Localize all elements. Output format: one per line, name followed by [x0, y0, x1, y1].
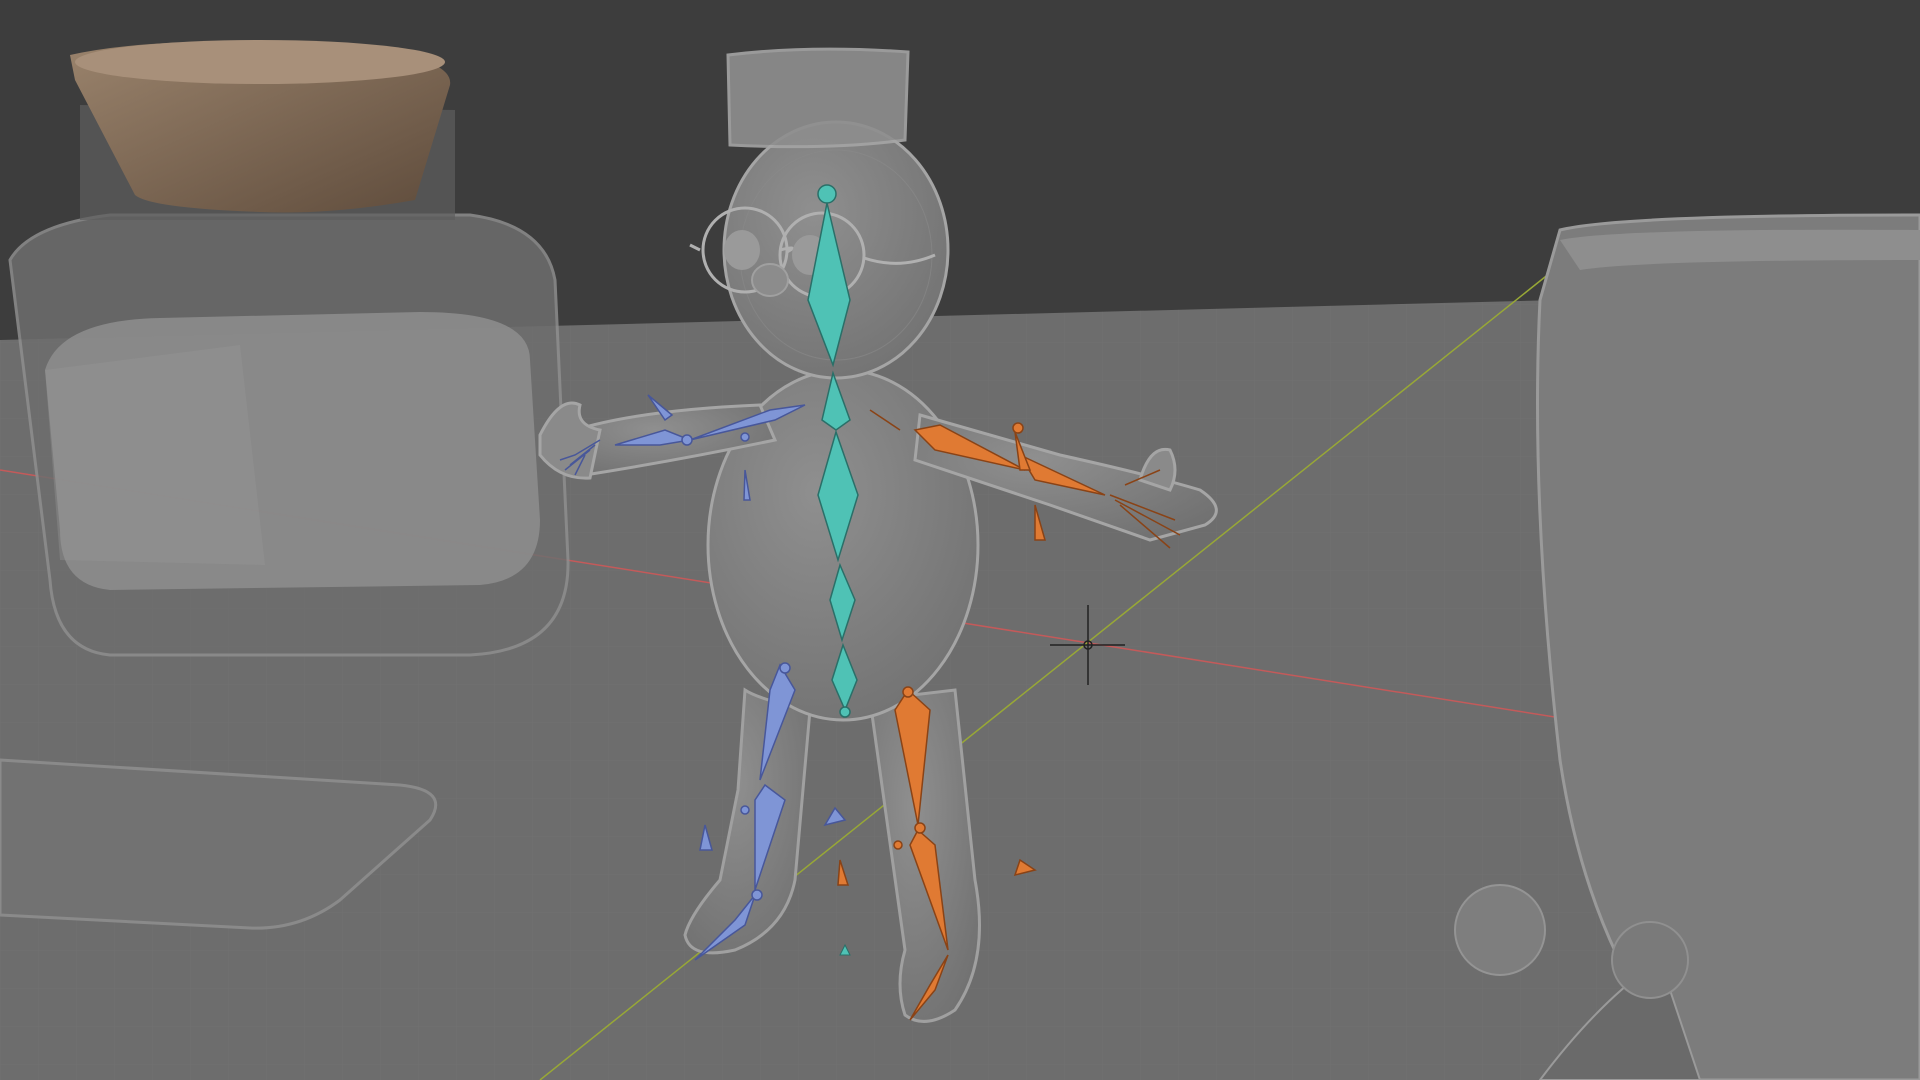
3d-viewport[interactable] [0, 0, 1920, 1080]
sphere-small [1611, 921, 1689, 999]
hat [726, 47, 910, 149]
sphere [1454, 884, 1546, 976]
